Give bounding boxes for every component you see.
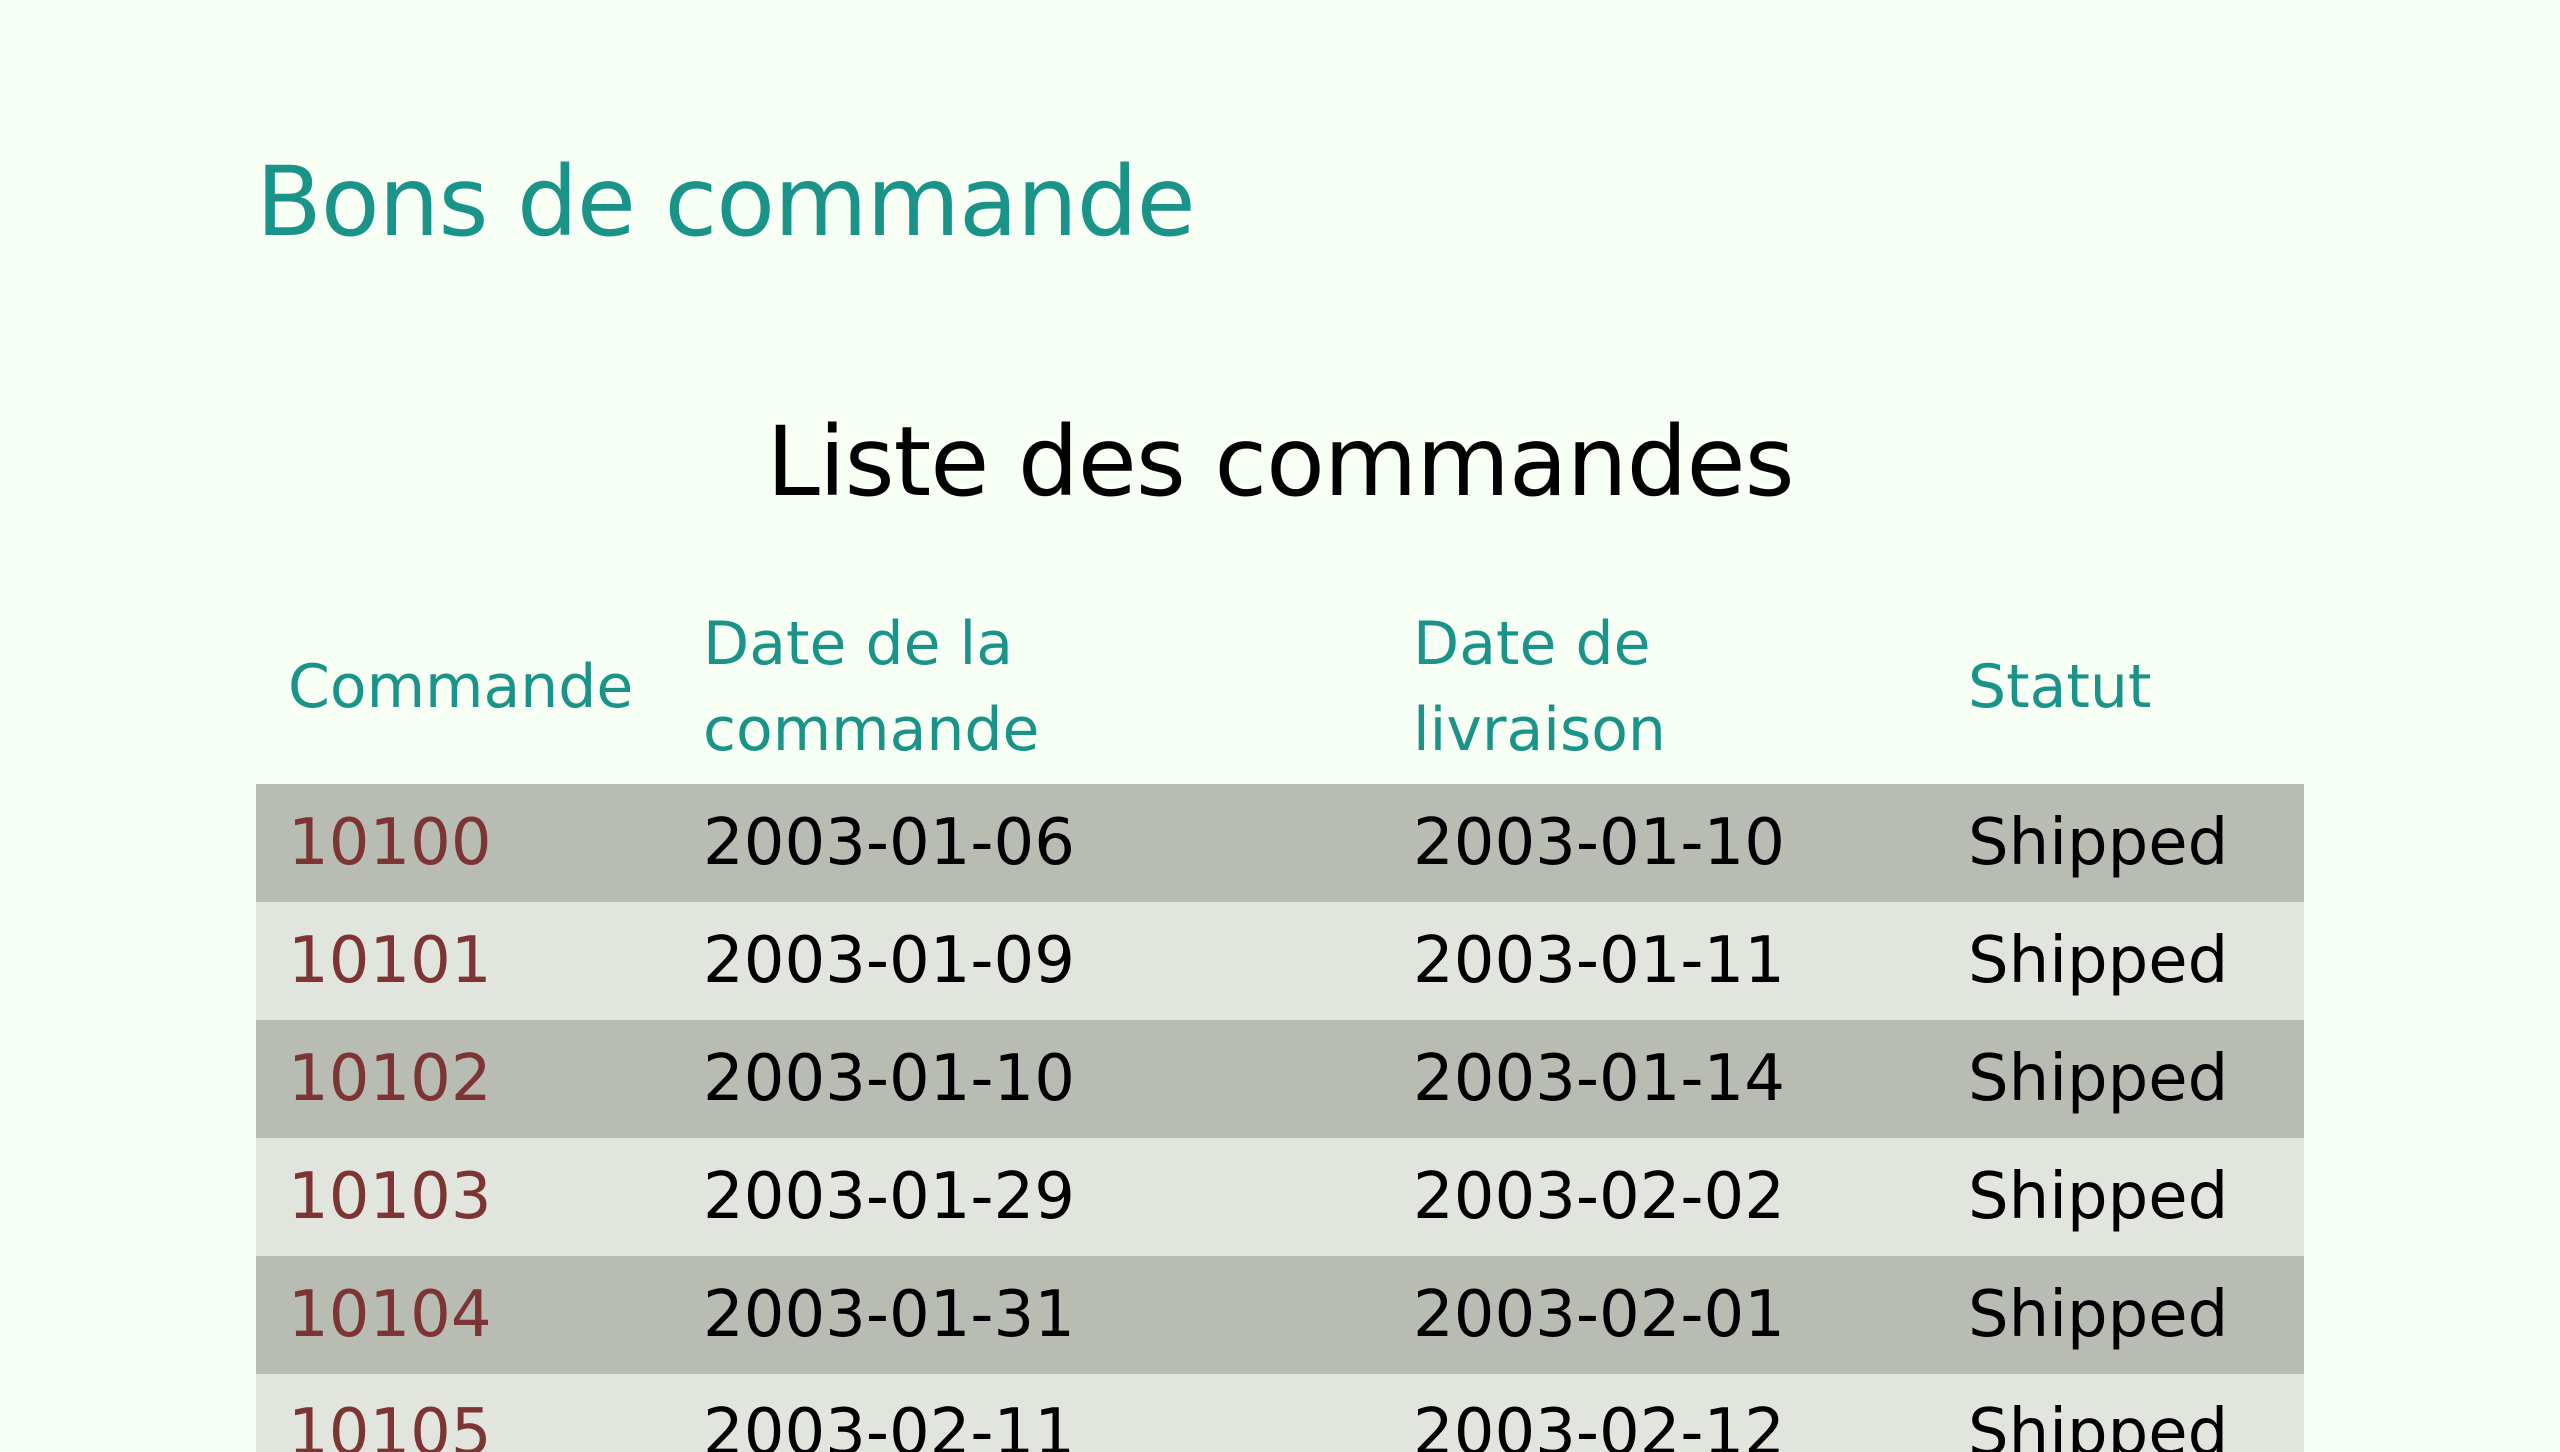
order-number-link[interactable]: 10104 (256, 1256, 671, 1374)
order-date: 2003-01-31 (671, 1256, 1381, 1374)
order-status: Shipped (1936, 902, 2304, 1020)
delivery-date: 2003-01-14 (1381, 1020, 1936, 1138)
header-statut: Statut (1968, 652, 2152, 722)
table-row: 10103 2003-01-29 2003-02-02 Shipped (256, 1138, 2304, 1256)
order-number-link[interactable]: 10103 (256, 1138, 671, 1256)
order-date: 2003-01-29 (671, 1138, 1381, 1256)
order-date: 2003-01-10 (671, 1020, 1381, 1138)
order-status: Shipped (1936, 784, 2304, 902)
table-row: 10100 2003-01-06 2003-01-10 Shipped (256, 784, 2304, 902)
order-number-link[interactable]: 10105 (256, 1374, 671, 1452)
delivery-date: 2003-02-01 (1381, 1256, 1936, 1374)
order-number-link[interactable]: 10100 (256, 784, 671, 902)
page: Bons de commande Liste des commandes Com… (0, 0, 2560, 1452)
order-status: Shipped (1936, 1138, 2304, 1256)
order-date: 2003-01-09 (671, 902, 1381, 1020)
header-date-commande: Date de la commande (703, 609, 1040, 765)
table-header-row: Commande Date de la commande Date de liv… (256, 590, 2304, 784)
table-row: 10105 2003-02-11 2003-02-12 Shipped (256, 1374, 2304, 1452)
order-status: Shipped (1936, 1374, 2304, 1452)
page-title: Bons de commande (256, 146, 1196, 258)
order-date: 2003-01-06 (671, 784, 1381, 902)
delivery-date: 2003-02-02 (1381, 1138, 1936, 1256)
table-row: 10101 2003-01-09 2003-01-11 Shipped (256, 902, 2304, 1020)
delivery-date: 2003-01-11 (1381, 902, 1936, 1020)
order-status: Shipped (1936, 1020, 2304, 1138)
orders-table: Commande Date de la commande Date de liv… (256, 590, 2304, 1452)
order-status: Shipped (1936, 1256, 2304, 1374)
delivery-date: 2003-02-12 (1381, 1374, 1936, 1452)
table-row: 10102 2003-01-10 2003-01-14 Shipped (256, 1020, 2304, 1138)
header-date-livraison: Date de livraison (1413, 609, 1666, 765)
header-commande: Commande (288, 652, 634, 722)
order-date: 2003-02-11 (671, 1374, 1381, 1452)
table-caption: Liste des commandes (766, 406, 1794, 518)
order-number-link[interactable]: 10101 (256, 902, 671, 1020)
delivery-date: 2003-01-10 (1381, 784, 1936, 902)
order-number-link[interactable]: 10102 (256, 1020, 671, 1138)
table-row: 10104 2003-01-31 2003-02-01 Shipped (256, 1256, 2304, 1374)
